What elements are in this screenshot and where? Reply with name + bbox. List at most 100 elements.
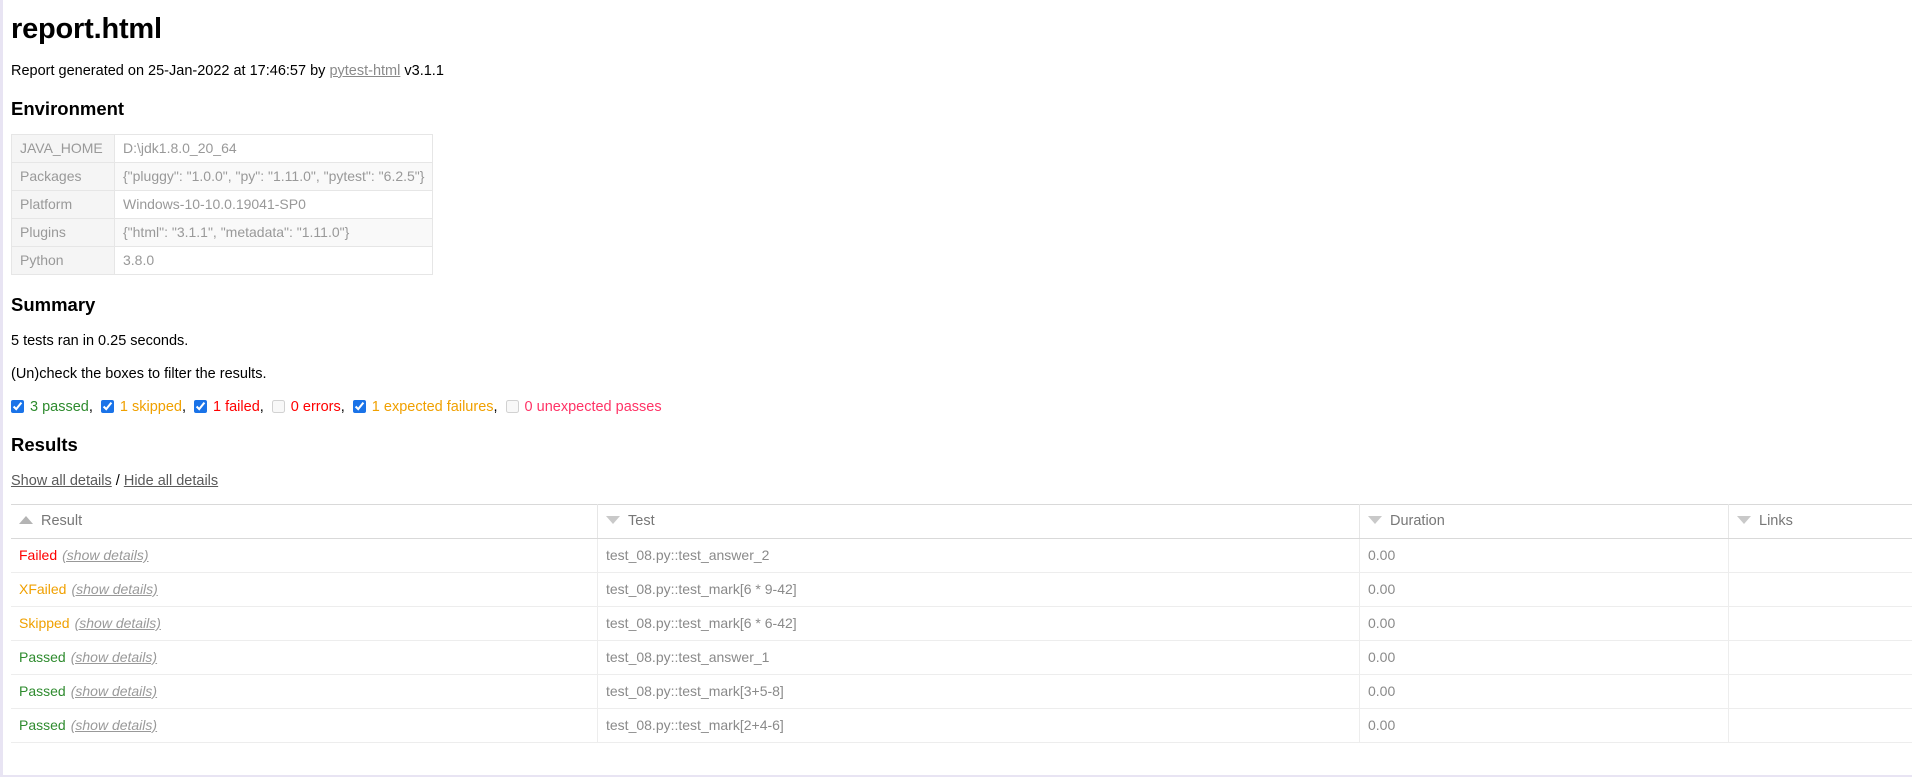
filter-unexpected-passes[interactable]: 0 unexpected passes: [505, 399, 662, 415]
result-filters: 3 passed, 1 skipped, 1 failed, 0 errors, 1 e…: [11, 399, 1904, 415]
hide-all-details-link[interactable]: Hide all details: [124, 473, 218, 489]
cell-links: [1728, 606, 1912, 641]
pytest-html-link[interactable]: pytest-html: [329, 63, 400, 79]
show-details-link[interactable]: (show details): [71, 649, 157, 665]
cell-links: [1728, 538, 1912, 573]
column-header-result-label: Result: [41, 512, 83, 529]
environment-key: Plugins: [11, 217, 115, 247]
environment-table: JAVA_HOME D:\jdk1.8.0_20_64 Packages {"plug…: [11, 133, 434, 275]
sort-descending-icon: [1737, 515, 1751, 524]
environment-value: 3.8.0: [113, 245, 434, 275]
show-details-link[interactable]: (show details): [71, 683, 157, 699]
show-details-link[interactable]: (show details): [75, 615, 161, 631]
filter-label: 0 errors: [290, 398, 341, 415]
column-header-result[interactable]: Result: [11, 503, 598, 539]
status-badge: Passed: [19, 716, 66, 733]
show-all-details-link[interactable]: Show all details: [11, 473, 112, 489]
report-page: report.html Report generated on 25-Jan-2…: [0, 0, 1912, 777]
table-row: XFailed (show details) test_08.py::test_ma…: [11, 572, 1912, 607]
column-header-duration-label: Duration: [1390, 512, 1445, 529]
sort-descending-icon: [1368, 515, 1382, 524]
filter-label: 3 passed: [30, 398, 89, 415]
cell-duration: 0.00: [1359, 572, 1729, 607]
filter-skipped[interactable]: 1 skipped,: [100, 398, 186, 415]
table-row: Passed (show details) test_08.py::test_mar…: [11, 708, 1912, 743]
cell-result: Passed (show details): [11, 674, 598, 709]
sort-ascending-icon: [19, 515, 33, 524]
table-row: Passed (show details) test_08.py::test_mar…: [11, 674, 1912, 709]
cell-test: test_08.py::test_mark[2+4-6]: [597, 708, 1360, 743]
filter-checkbox[interactable]: [11, 400, 24, 414]
results-table: Result Test Duration Links Failed (show d…: [11, 503, 1912, 743]
results-heading: Results: [11, 433, 78, 455]
column-header-test[interactable]: Test: [597, 503, 1360, 539]
environment-value: {"pluggy": "1.0.0", "py": "1.11.0", "pyt…: [113, 161, 434, 191]
page-title: report.html: [11, 13, 162, 45]
details-link-separator: /: [111, 472, 124, 489]
environment-value: Windows-10-10.0.19041-SP0: [113, 189, 434, 219]
status-badge: Passed: [19, 682, 66, 699]
cell-test: test_08.py::test_mark[6 * 6-42]: [597, 606, 1360, 641]
cell-links: [1728, 572, 1912, 607]
filter-separator: ,: [88, 398, 93, 415]
show-details-link[interactable]: (show details): [71, 717, 157, 733]
generated-prefix: Report generated on 25-Jan-2022 at 17:46…: [11, 62, 330, 79]
cell-test: test_08.py::test_mark[3+5-8]: [597, 674, 1360, 709]
show-details-link[interactable]: (show details): [62, 547, 148, 563]
filter-checkbox[interactable]: [100, 400, 114, 414]
filter-passed[interactable]: 3 passed,: [11, 399, 93, 415]
filter-label: 1 skipped: [119, 398, 182, 415]
column-header-duration[interactable]: Duration: [1359, 503, 1729, 539]
results-header-row: Result Test Duration Links: [11, 503, 1912, 539]
cell-result: Passed (show details): [11, 708, 598, 743]
cell-result: Passed (show details): [11, 640, 598, 675]
cell-duration: 0.00: [1359, 674, 1729, 709]
filter-errors[interactable]: 0 errors,: [271, 398, 345, 415]
cell-links: [1728, 708, 1912, 743]
table-row: Passed (show details) test_08.py::test_ans…: [11, 640, 1912, 675]
column-header-test-label: Test: [628, 512, 655, 529]
environment-key: Packages: [11, 161, 115, 191]
summary-heading: Summary: [11, 293, 96, 315]
cell-test: test_08.py::test_answer_2: [597, 538, 1360, 573]
cell-test: test_08.py::test_answer_1: [597, 640, 1360, 675]
filter-hint: (Un)check the boxes to filter the result…: [11, 365, 267, 382]
environment-row: Packages {"pluggy": "1.0.0", "py": "1.11.…: [11, 161, 434, 191]
show-details-link[interactable]: (show details): [71, 581, 157, 597]
cell-duration: 0.00: [1359, 538, 1729, 573]
environment-table-body: JAVA_HOME D:\jdk1.8.0_20_64 Packages {"plug…: [11, 133, 434, 275]
filter-expected-failures[interactable]: 1 expected failures,: [352, 398, 498, 415]
environment-row: Plugins {"html": "3.1.1", "metadata": "1.…: [11, 217, 434, 247]
filter-checkbox[interactable]: [352, 400, 366, 414]
environment-row: Platform Windows-10-10.0.19041-SP0: [11, 189, 434, 219]
filter-separator: ,: [259, 398, 264, 415]
environment-key: Platform: [11, 189, 115, 219]
tests-run-line: 5 tests ran in 0.25 seconds.: [11, 332, 189, 349]
filter-label: 1 failed: [213, 398, 260, 415]
status-badge: XFailed: [19, 580, 67, 597]
filter-label: 1 expected failures: [371, 398, 494, 415]
filter-checkbox: [505, 400, 519, 414]
filter-checkbox[interactable]: [194, 400, 207, 414]
column-header-links[interactable]: Links: [1728, 503, 1912, 539]
cell-duration: 0.00: [1359, 640, 1729, 675]
results-table-head: Result Test Duration Links: [11, 503, 1912, 539]
table-row: Skipped (show details) test_08.py::test_ma…: [11, 606, 1912, 641]
status-badge: Passed: [19, 648, 66, 665]
cell-links: [1728, 674, 1912, 709]
generated-suffix: v3.1.1: [400, 62, 444, 79]
generated-info: Report generated on 25-Jan-2022 at 17:46…: [11, 63, 1904, 79]
cell-result: XFailed (show details): [11, 572, 598, 607]
filter-failed[interactable]: 1 failed,: [194, 399, 264, 415]
filter-separator: ,: [181, 398, 186, 415]
sort-descending-icon: [606, 515, 620, 524]
status-badge: Failed: [19, 546, 58, 563]
environment-value: D:\jdk1.8.0_20_64: [113, 133, 434, 163]
environment-row: JAVA_HOME D:\jdk1.8.0_20_64: [11, 133, 434, 163]
cell-result: Failed (show details): [11, 538, 598, 573]
environment-key: Python: [11, 245, 115, 275]
environment-row: Python 3.8.0: [11, 245, 434, 275]
table-row: Failed (show details) test_08.py::test_ans…: [11, 538, 1912, 573]
cell-duration: 0.00: [1359, 606, 1729, 641]
environment-heading: Environment: [11, 97, 125, 119]
